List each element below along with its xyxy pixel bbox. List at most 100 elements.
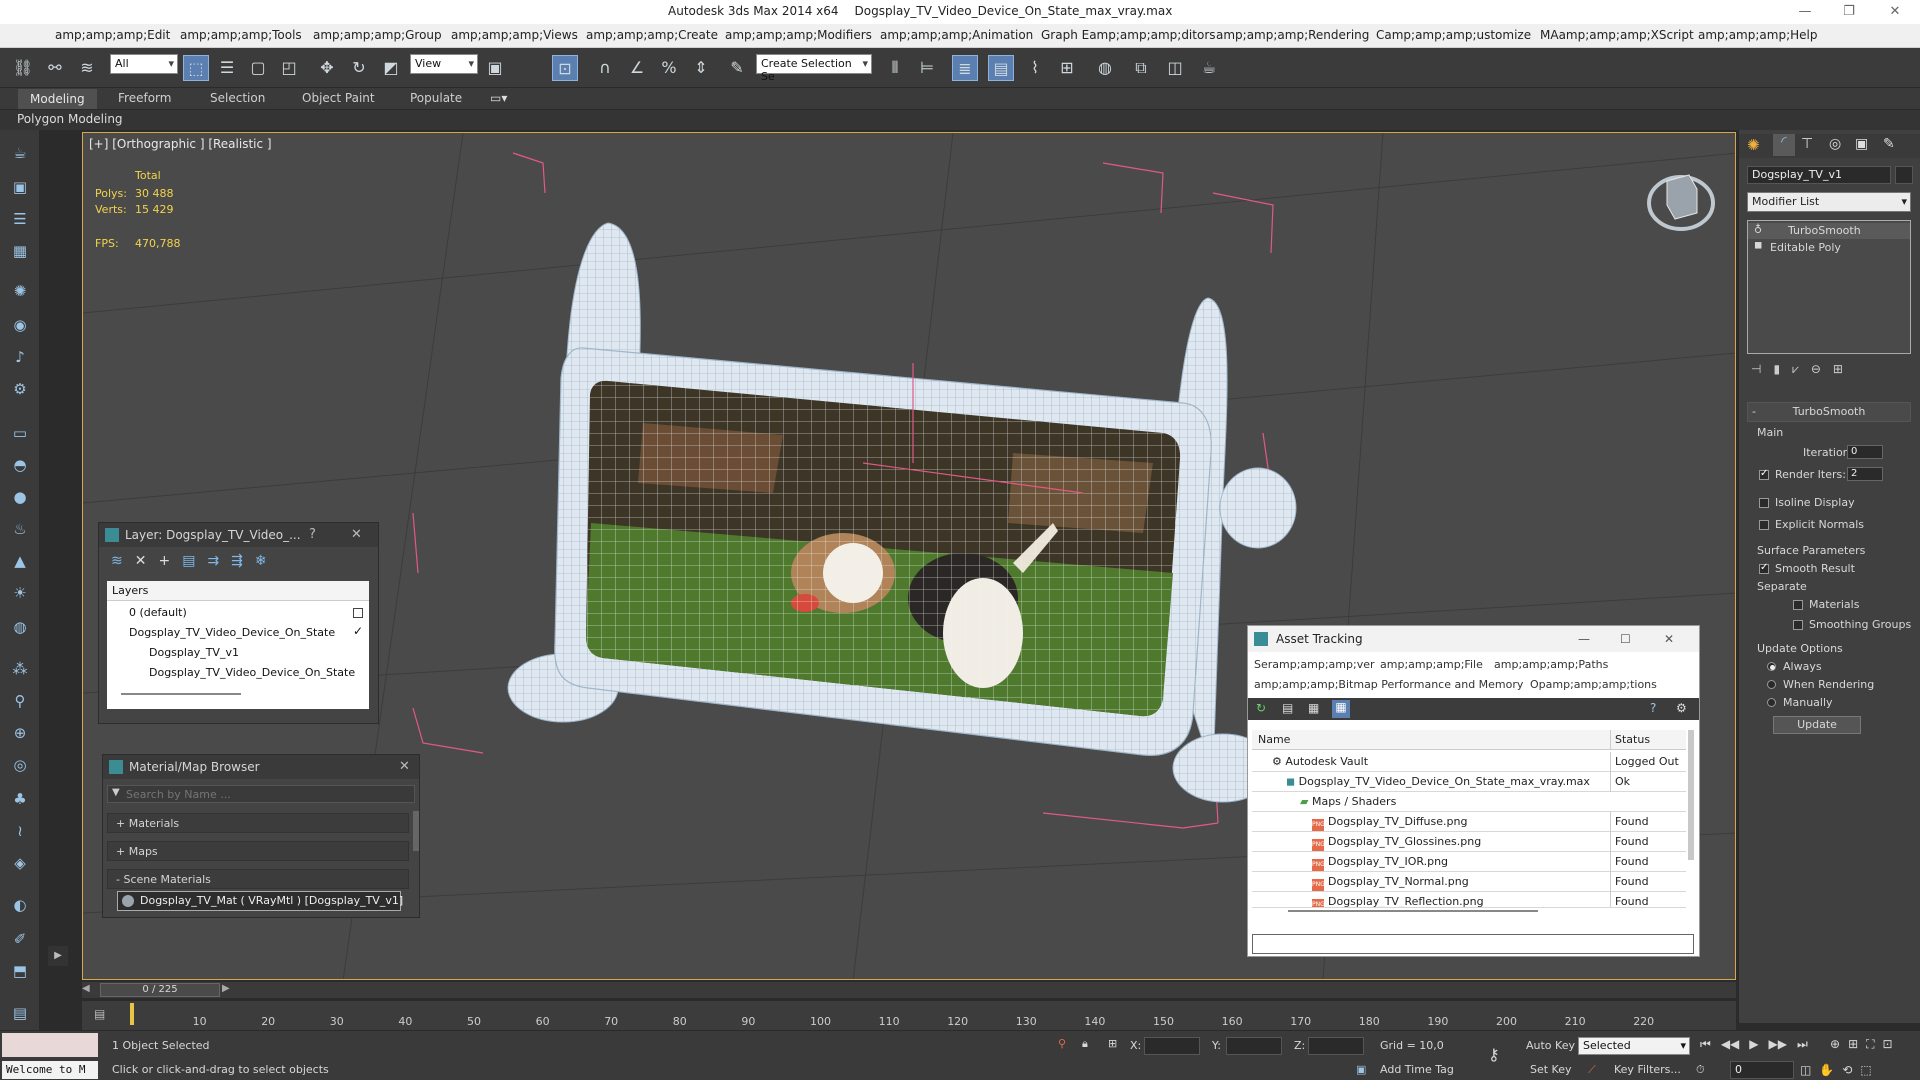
hierarchy-tab-icon[interactable]: ⊤ [1801,136,1813,152]
iterations-spinner[interactable]: 0 [1847,445,1883,459]
add-time-tag[interactable]: Add Time Tag [1380,1063,1454,1076]
snaps-toggle-icon[interactable]: ∩ [592,55,618,81]
filter-icon[interactable]: ▼ [112,787,120,798]
material-browser-titlebar[interactable]: Material/Map Browser ✕ [103,755,419,779]
cloth-icon[interactable]: ◈ [7,850,33,876]
ribbon-options-icon[interactable]: ▭▾ [490,91,507,105]
tree-view-icon[interactable]: ▦ [1308,701,1319,715]
refresh-icon[interactable]: ↻ [1256,701,1266,715]
asset-menu-bitmap[interactable]: amp;amp;amp;Bitmap Performance and Memor… [1254,678,1523,691]
image-icon[interactable]: ▣ [7,174,33,200]
expand-plus-icon[interactable]: ◼ [1754,240,1762,251]
rotate-icon[interactable]: ↻ [346,55,372,81]
box-icon[interactable]: ▭ [7,420,33,446]
asset-menu-file[interactable]: amp;amp;amp;File [1380,658,1483,671]
pin-stack-icon[interactable]: ⊣ [1751,362,1761,376]
configure-sets-icon[interactable]: ⊞ [1833,362,1843,376]
pivot-icon[interactable]: ▣ [482,55,508,81]
tab-object-paint[interactable]: Object Paint [302,91,375,105]
edit-named-selection-icon[interactable]: ✎ [724,55,750,81]
disc-icon[interactable]: ◍ [7,614,33,640]
col-name-header[interactable]: Name [1258,730,1290,750]
restore-button[interactable]: ❐ [1826,0,1872,24]
add-to-layer-icon[interactable]: + [158,553,170,569]
ball-icon[interactable]: ◐ [7,892,33,918]
key-filters-button[interactable]: Key Filters... [1614,1063,1681,1076]
layer-help-button[interactable]: ? [309,523,316,547]
y-coord-field[interactable] [1226,1037,1282,1055]
update-button[interactable]: Update [1773,716,1861,734]
separate-materials-checkbox[interactable] [1793,600,1803,610]
menu-create[interactable]: amp;amp;amp;Create [586,28,718,42]
help-icon[interactable]: ? [1650,701,1656,715]
menu-help[interactable]: amp;amp;amp;Help [1698,28,1817,42]
menu-tools[interactable]: amp;amp;amp;Tools [180,28,302,42]
percent-snap-icon[interactable]: % [656,55,682,81]
modifier-list-dropdown[interactable]: Modifier List ▾ [1747,192,1911,212]
set-key-icon[interactable]: ⟋ [1588,1063,1596,1077]
object-color-swatch[interactable] [1895,166,1913,184]
table-row[interactable]: PNG Dogsplay_TV_Normal.png Found [1252,872,1686,892]
next-frame-arrow-icon[interactable]: ▶ [222,983,230,994]
prev-frame-arrow-icon[interactable]: ◀ [82,983,98,994]
maximize-viewport-icon[interactable]: ⬚ [1860,1063,1871,1077]
layer-panel-titlebar[interactable]: Layer: Dogsplay_TV_Video_... ? ✕ [99,523,378,547]
menu-views[interactable]: amp;amp;amp;Views [451,28,578,42]
layer-row-device-child[interactable]: Dogsplay_TV_Video_Device_On_State [149,666,355,679]
render-region-icon[interactable]: ⬒ [7,958,33,984]
orbit-icon[interactable]: ⟲ [1842,1063,1852,1077]
asset-menu-options[interactable]: Opamp;amp;amp;tions [1530,678,1657,691]
minimize-button[interactable]: — [1782,0,1828,24]
ribbon-toggle-icon[interactable]: ▤ [988,55,1014,81]
curve-editor-icon[interactable]: ⌇ [1022,55,1048,81]
layers-scrollbar[interactable] [121,693,241,695]
list-icon[interactable]: ☰ [7,206,33,232]
material-editor-icon[interactable]: ◍ [1092,55,1118,81]
named-selection-dropdown[interactable]: Create Selection Se [756,54,872,83]
set-key-button[interactable]: Set Key [1530,1063,1572,1076]
material-search-input[interactable] [126,786,412,802]
rendered-frame-icon[interactable]: ◫ [1162,55,1188,81]
material-browser-close-button[interactable]: ✕ [399,755,410,779]
zoom-extents-icon[interactable]: ⛶ [1866,1037,1874,1051]
globe-icon[interactable]: ◎ [7,752,33,778]
utilities-tab-icon[interactable]: ✎ [1883,136,1895,152]
window-crossing-icon[interactable]: ◰ [276,55,302,81]
tab-freeform[interactable]: Freeform [118,91,171,105]
when-rendering-radio[interactable] [1767,680,1776,689]
select-layer-icon[interactable]: ▤ [182,553,195,569]
track-bar[interactable]: ▤ 10 20 30 40 50 60 70 80 90 100 110 120 130 140 150 16… [82,1000,1736,1030]
asset-table-scrollbar[interactable] [1688,730,1694,860]
camera-icon[interactable]: ◉ [7,312,33,338]
grid-icon[interactable]: ▦ [7,238,33,264]
layer-row-device[interactable]: Dogsplay_TV_Video_Device_On_State [129,626,335,639]
link-icon[interactable]: ⛓ [10,55,36,81]
menu-edit[interactable]: amp;amp;amp;Edit [55,28,170,42]
z-coord-field[interactable] [1308,1037,1364,1055]
layer-close-button[interactable]: ✕ [351,523,362,547]
scene-material-item[interactable]: Dogsplay_TV_Mat ( VRayMtl ) [Dogsplay_TV… [117,891,403,911]
freeze-layers-icon[interactable]: ❄ [255,553,267,569]
delete-layer-icon[interactable]: ✕ [135,553,147,569]
table-row[interactable]: PNG Dogsplay_TV_Reflection.png Found [1252,892,1686,908]
isolate-pin-icon[interactable]: ⚲ [1058,1037,1066,1050]
particles-icon[interactable]: ⁂ [7,656,33,682]
menu-modifiers[interactable]: amp;amp;amp;Modifiers [725,28,872,42]
material-browser-scrollbar[interactable] [413,811,419,851]
tab-selection[interactable]: Selection [210,91,265,105]
helper-icon[interactable]: ⊕ [7,720,33,746]
tab-modeling[interactable]: Modeling [18,89,97,109]
maps-group[interactable]: + Maps [107,841,409,861]
menu-group[interactable]: amp;amp;amp;Group [313,28,442,42]
angle-snap-icon[interactable]: ∠ [624,55,650,81]
menu-rendering[interactable]: amp;amp;amp;Rendering [1216,28,1369,42]
menu-customize[interactable]: Camp;amp;amp;ustomize [1376,28,1531,42]
lock-selection-icon[interactable]: 🔒︎ [1082,1037,1088,1051]
list-view-icon[interactable]: ▤ [1282,701,1293,715]
display-tab-icon[interactable]: ▣ [1855,136,1868,152]
goto-start-icon[interactable]: ⏮ [1700,1037,1711,1051]
table-row[interactable]: PNG Dogsplay_TV_Diffuse.png Found [1252,812,1686,832]
render-icon[interactable]: ☕ [1196,55,1222,81]
table-row[interactable]: PNG Dogsplay_TV_Glossines.png Found [1252,832,1686,852]
next-key-icon[interactable]: ▶▶ [1769,1037,1787,1051]
